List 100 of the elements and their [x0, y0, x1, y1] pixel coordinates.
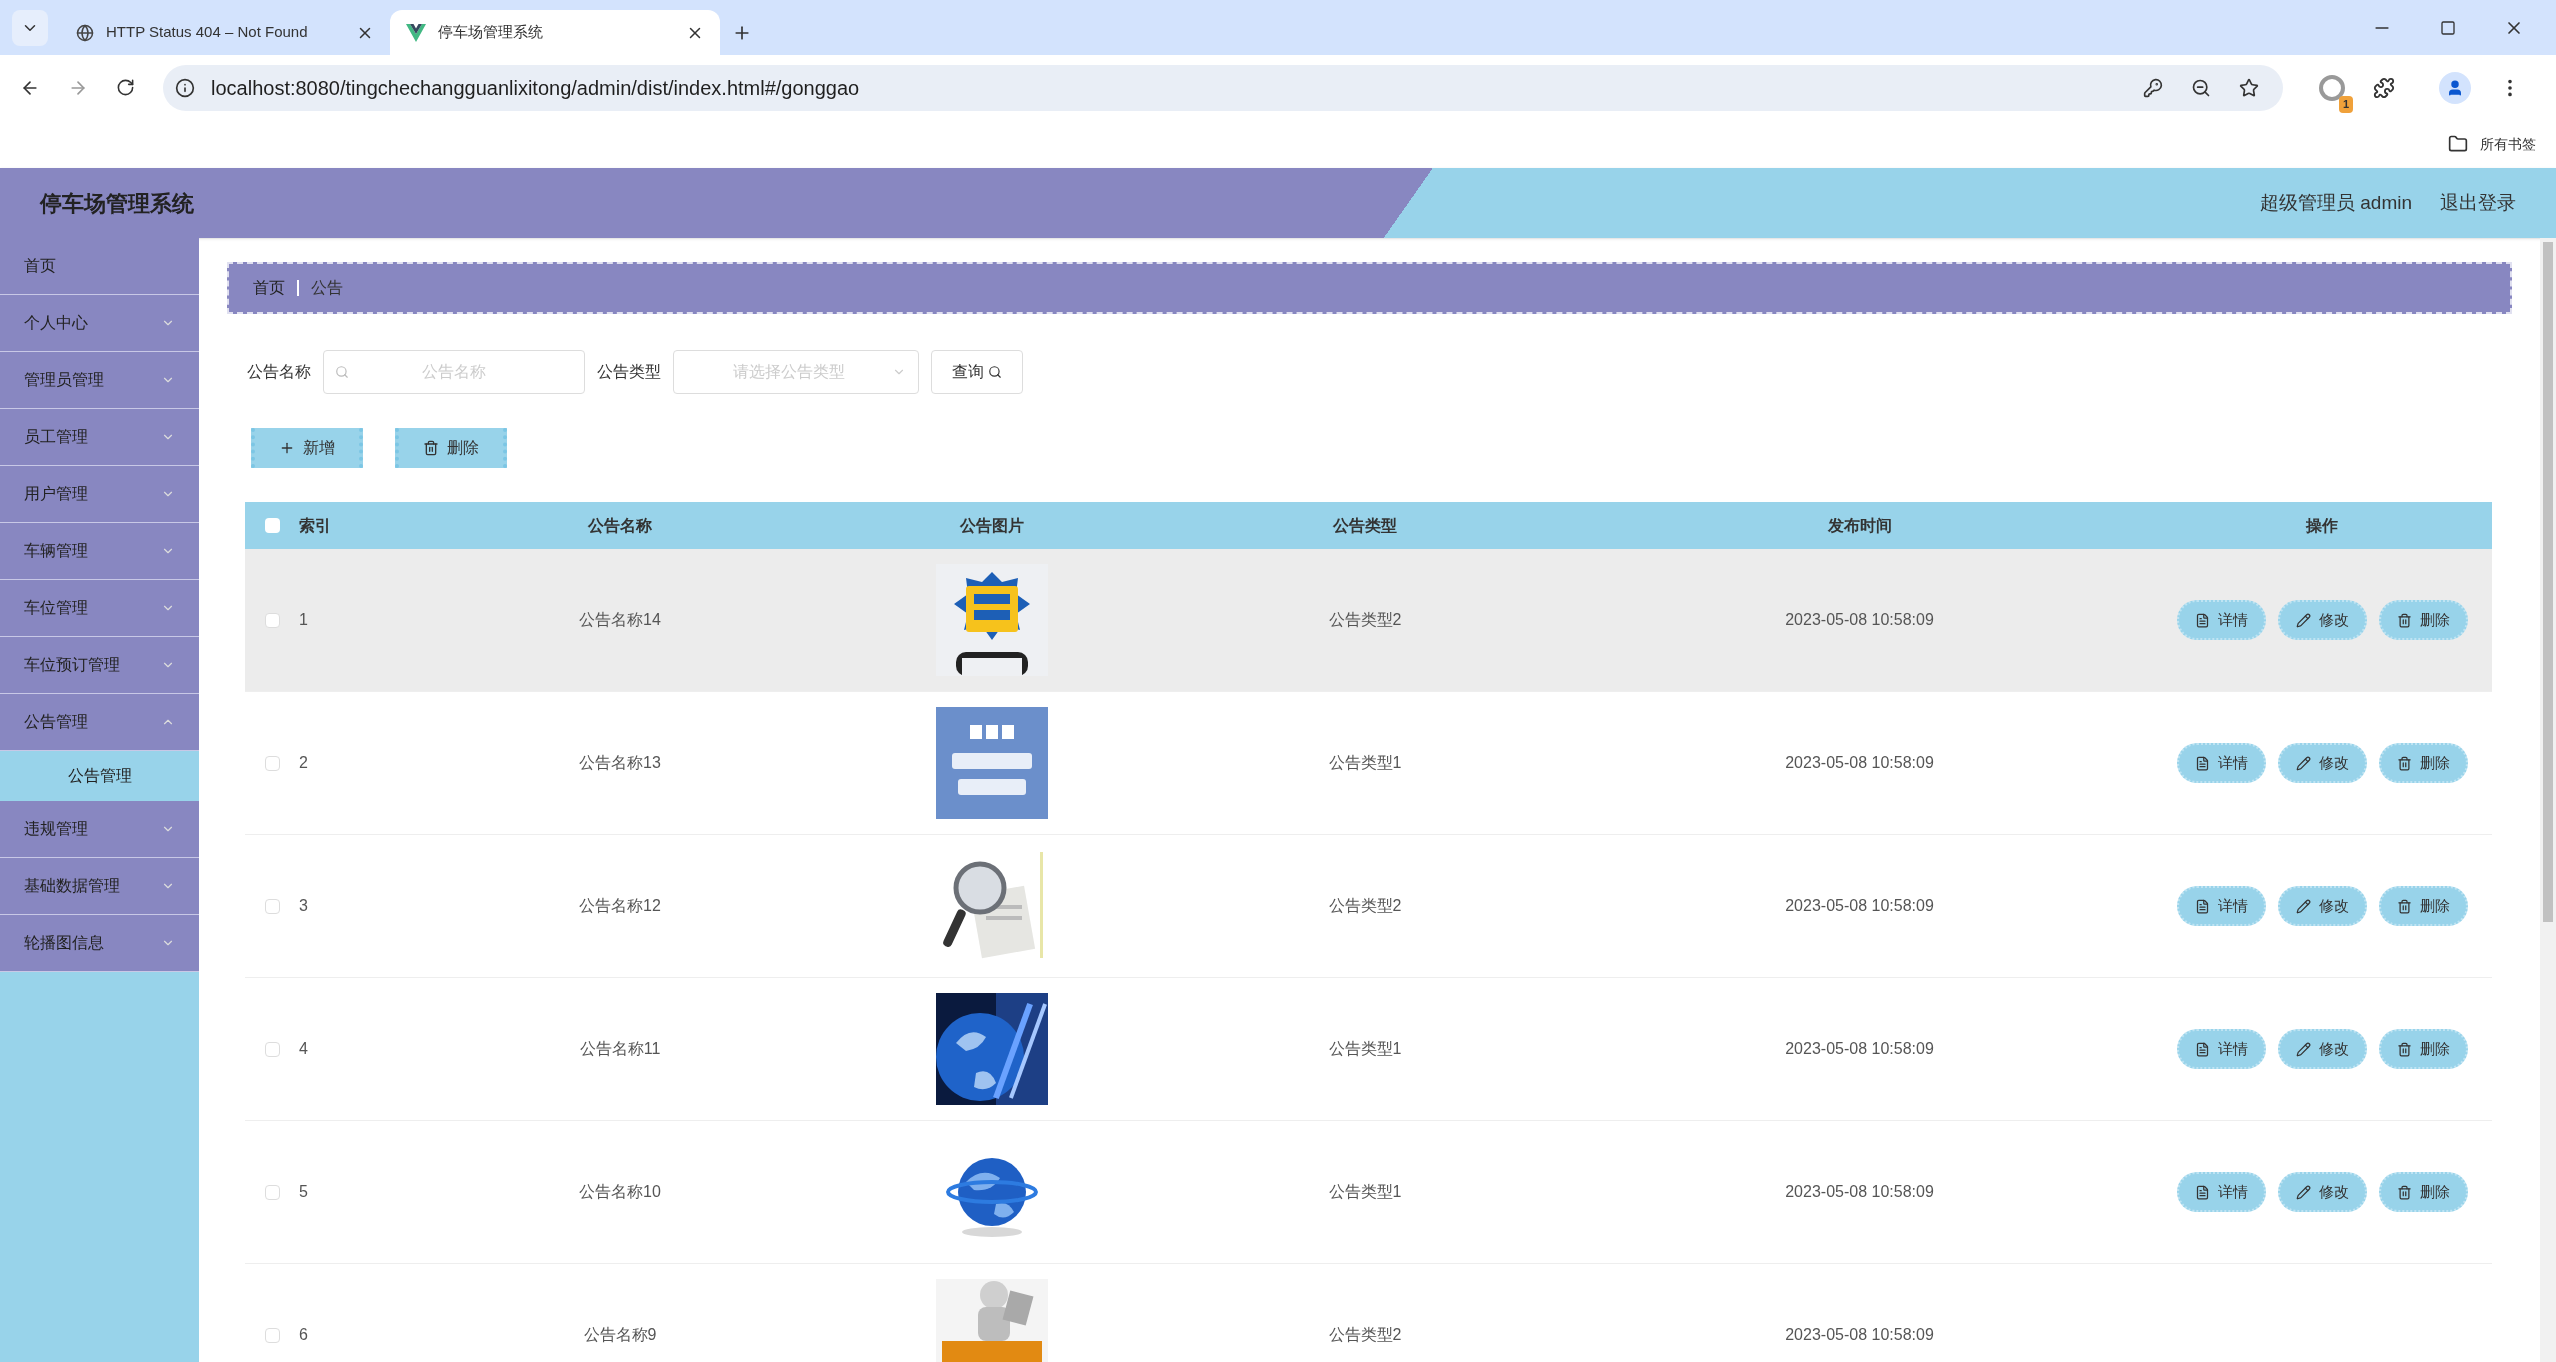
delete-button[interactable]: 删除: [395, 428, 507, 468]
index-cell: 5: [299, 1183, 308, 1200]
filter-label: 公告名称: [247, 362, 311, 382]
site-info-icon[interactable]: [175, 77, 195, 98]
index-cell: 2: [299, 754, 308, 771]
bookmarks-label[interactable]: 所有书签: [2480, 133, 2536, 155]
name-cell-text: 公告名称11: [579, 1039, 661, 1059]
breadcrumb-current: 公告: [311, 278, 343, 298]
details-button[interactable]: 详情: [2176, 743, 2266, 783]
browser-tab[interactable]: HTTP Status 404 – Not Found: [60, 10, 390, 55]
time-cell-text: 2023-05-08 10:58:09: [1785, 610, 1934, 630]
app-title: 停车场管理系统: [40, 189, 194, 218]
pencil-icon: [2295, 898, 2311, 914]
delete-button[interactable]: 删除: [2378, 600, 2468, 640]
column-header: 索引: [299, 516, 331, 534]
edit-button[interactable]: 修改: [2277, 1029, 2367, 1069]
breadcrumb-link[interactable]: 首页: [253, 276, 285, 300]
add-button[interactable]: 新增: [251, 428, 363, 468]
type-cell-text: 公告类型1: [1328, 1182, 1402, 1202]
extensions-icon[interactable]: [2373, 76, 2395, 99]
scrollbar[interactable]: [2540, 238, 2556, 1362]
name-cell-text: 公告名称13: [579, 753, 661, 773]
address-bar[interactable]: localhost:8080/tingchechangguanlixitong/admin/dist/index.html#/gonggao: [163, 64, 2283, 111]
trash-icon: [2396, 612, 2412, 628]
column-header: 公告名称: [588, 515, 652, 536]
document-icon: [2194, 1184, 2210, 1200]
sidebar-item[interactable]: 违规管理: [0, 801, 199, 858]
delete-button[interactable]: 删除: [2378, 1029, 2468, 1069]
pencil-icon: [2295, 1041, 2311, 1057]
name-cell-text: 公告名称9: [583, 1325, 657, 1345]
details-button[interactable]: 详情: [2176, 1172, 2266, 1212]
column-header: 发布时间: [1827, 515, 1892, 536]
time-cell-text: 2023-05-08 10:58:09: [1785, 1182, 1934, 1202]
time-cell-text: 2023-05-08 10:58:09: [1785, 896, 1934, 916]
time-cell-text: 2023-05-08 10:58:09: [1785, 1039, 1934, 1059]
vue-logo-icon: [406, 23, 426, 42]
profile-avatar[interactable]: [2439, 71, 2471, 104]
pencil-icon: [2295, 755, 2311, 771]
search-button[interactable]: 查询: [931, 350, 1023, 394]
zoom-out-icon[interactable]: [2191, 77, 2211, 98]
globe-icon: [76, 23, 94, 42]
trash-icon: [2396, 1184, 2412, 1200]
filter-label: 公告类型: [597, 362, 661, 382]
index-cell: 4: [299, 1040, 308, 1057]
column-header: 公告图片: [960, 515, 1024, 536]
details-button[interactable]: 详情: [2176, 1029, 2266, 1069]
row-checkbox[interactable]: [264, 1041, 280, 1057]
column-header: 操作: [2306, 515, 2338, 536]
trash-icon: [2396, 755, 2412, 771]
edit-button[interactable]: 修改: [2277, 600, 2367, 640]
row-checkbox[interactable]: [264, 898, 280, 914]
star-icon[interactable]: [2239, 77, 2259, 98]
type-cell-text: 公告类型2: [1328, 1325, 1402, 1345]
index-cell: 6: [299, 1326, 308, 1343]
row-checkbox[interactable]: [264, 1184, 280, 1200]
name-cell-text: 公告名称14: [579, 610, 661, 630]
row-checkbox[interactable]: [264, 612, 280, 628]
plus-icon: [279, 440, 295, 456]
column-header: 公告类型: [1333, 515, 1397, 536]
document-icon: [2194, 612, 2210, 628]
edit-button[interactable]: 修改: [2277, 743, 2367, 783]
extension-badge: 1: [2338, 96, 2353, 113]
name-cell-text: 公告名称12: [579, 896, 661, 916]
document-icon: [2194, 1041, 2210, 1057]
maximize-icon[interactable]: [2440, 19, 2456, 36]
edit-button[interactable]: 修改: [2277, 886, 2367, 926]
name-cell-text: 公告名称10: [579, 1182, 661, 1202]
url-text: localhost:8080/tingchechangguanlixitong/admin/dist/index.html#/gonggao: [211, 75, 860, 101]
document-icon: [2194, 898, 2210, 914]
browser-tab[interactable]: 停车场管理系统: [390, 10, 720, 55]
details-button[interactable]: 详情: [2176, 600, 2266, 640]
edit-button[interactable]: 修改: [2277, 1172, 2367, 1212]
type-cell-text: 公告类型1: [1328, 753, 1402, 773]
delete-button[interactable]: 删除: [2378, 1172, 2468, 1212]
pencil-icon: [2295, 612, 2311, 628]
search-icon: [988, 365, 1002, 379]
reload-icon[interactable]: [116, 78, 135, 97]
sidebar-item[interactable]: 基础数据管理: [0, 858, 199, 915]
trash-icon: [2396, 898, 2412, 914]
user-label: 超级管理员 admin: [2259, 190, 2412, 215]
tab-title: HTTP Status 404 – Not Found: [106, 22, 309, 43]
delete-button[interactable]: 删除: [2378, 886, 2468, 926]
select-all-checkbox[interactable]: [264, 518, 280, 533]
details-button[interactable]: 详情: [2176, 886, 2266, 926]
delete-button[interactable]: 删除: [2378, 743, 2468, 783]
folder-icon: [2448, 134, 2468, 154]
sidebar-item[interactable]: 轮播图信息: [0, 915, 199, 972]
index-cell: 3: [299, 897, 308, 914]
index-cell: 1: [299, 611, 308, 628]
type-cell-text: 公告类型2: [1328, 896, 1402, 916]
row-checkbox[interactable]: [264, 1327, 280, 1343]
sidebar-subitem[interactable]: 公告管理: [0, 751, 199, 801]
time-cell-text: 2023-05-08 10:58:09: [1785, 1325, 1934, 1345]
document-icon: [2194, 755, 2210, 771]
trash-icon: [2396, 1041, 2412, 1057]
logout-link[interactable]: 退出登录: [2440, 188, 2516, 218]
type-cell-text: 公告类型1: [1328, 1039, 1402, 1059]
key-icon[interactable]: [2143, 77, 2163, 98]
table-row[interactable]: 1 公告名称14 公告类型2 2023-05-08 10:58:09 详情 修改 删除: [245, 549, 2492, 692]
row-checkbox[interactable]: [264, 755, 280, 771]
